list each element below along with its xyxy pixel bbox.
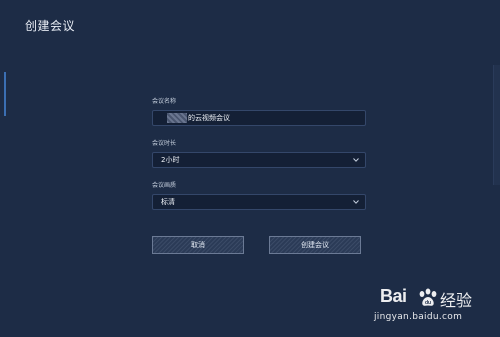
meeting-quality-value: 标清 (161, 198, 175, 206)
right-scroll-edge (493, 65, 500, 185)
chevron-down-icon (353, 158, 359, 162)
cancel-button[interactable]: 取消 (152, 236, 244, 254)
meeting-form: 会议名称 的云视频会议 会议时长 2小时 会议画质 标清 (152, 98, 367, 210)
create-meeting-dialog: 创建会议 会议名称 的云视频会议 会议时长 2小时 会议画质 标清 取消 创建会… (0, 0, 500, 337)
chevron-down-icon (353, 200, 359, 204)
meeting-name-label: 会议名称 (152, 98, 177, 105)
baidu-paw-icon: du (419, 288, 437, 306)
meeting-name-input[interactable]: 的云视频会议 (152, 110, 366, 126)
dialog-title: 创建会议 (25, 19, 76, 33)
dialog-buttons: 取消 创建会议 (152, 236, 362, 254)
meeting-duration-select[interactable]: 2小时 (152, 152, 366, 168)
redacted-text (167, 113, 187, 123)
meeting-name-value: 的云视频会议 (188, 114, 230, 122)
meeting-duration-value: 2小时 (161, 156, 180, 164)
meeting-quality-label: 会议画质 (152, 182, 177, 189)
watermark-url: jingyan.baidu.com (374, 312, 463, 322)
create-meeting-button[interactable]: 创建会议 (269, 236, 361, 254)
meeting-duration-label: 会议时长 (152, 140, 177, 147)
baidu-jingyan-watermark: Bai du 经验 jingyan.baidu.com (372, 284, 490, 329)
baidu-logo-text: Bai (380, 286, 407, 306)
jingyan-text: 经验 (440, 291, 473, 310)
left-edge-accent (4, 72, 6, 116)
svg-text:du: du (425, 300, 431, 306)
meeting-quality-select[interactable]: 标清 (152, 194, 366, 210)
